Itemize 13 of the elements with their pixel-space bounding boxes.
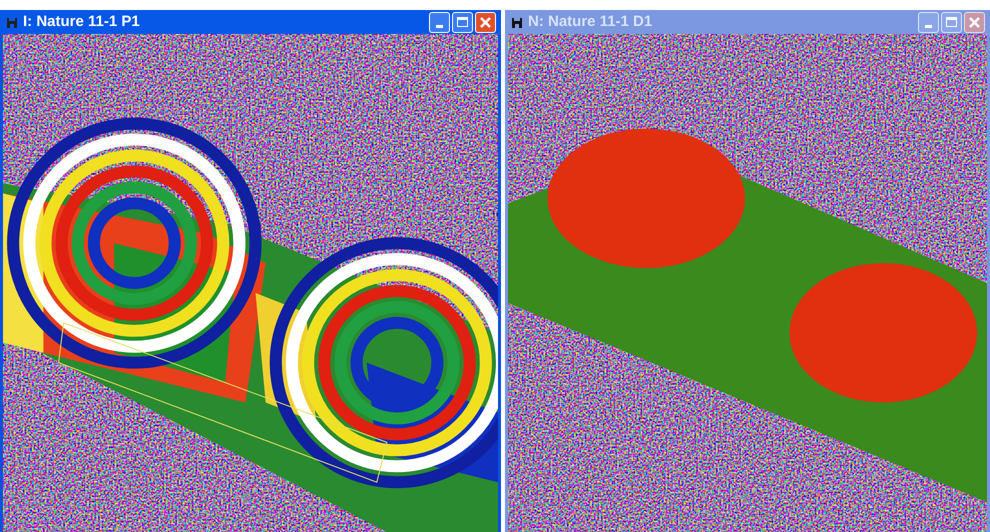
- maximize-icon: [946, 17, 957, 27]
- close-icon: [969, 16, 980, 28]
- window-icon: [5, 16, 19, 28]
- maximize-icon: [457, 17, 468, 27]
- window-title: N: Nature 11-1 D1: [528, 12, 652, 32]
- minimize-icon: [925, 25, 932, 28]
- close-icon: [480, 16, 491, 28]
- maximize-button[interactable]: [941, 12, 962, 32]
- window-icon: [510, 16, 524, 28]
- close-button[interactable]: [964, 12, 985, 32]
- minimize-button[interactable]: [918, 12, 939, 32]
- minimize-icon: [436, 25, 443, 28]
- window-title: I: Nature 11-1 P1: [23, 12, 140, 32]
